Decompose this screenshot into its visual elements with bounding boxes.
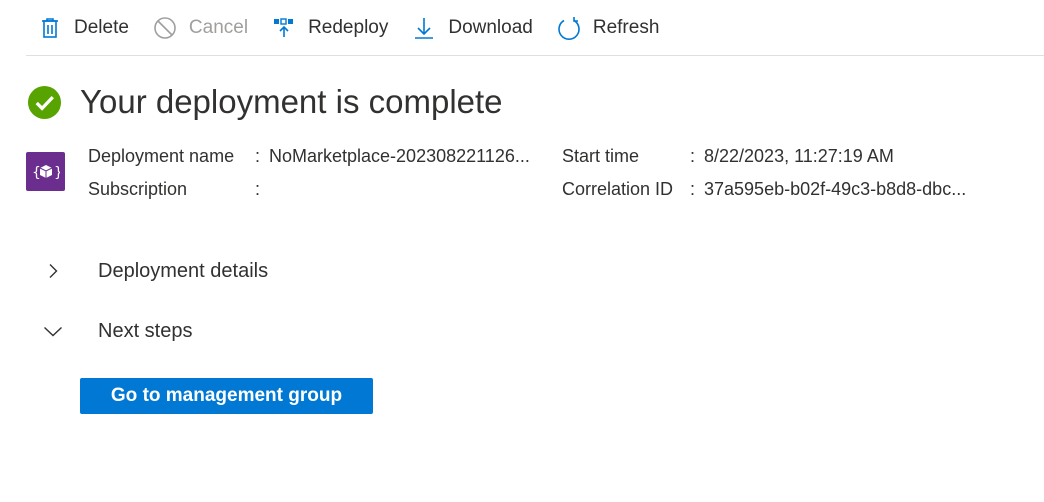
chevron-down-icon [40, 318, 66, 344]
deployment-details-toggle[interactable]: Deployment details [40, 258, 268, 284]
redeploy-icon [272, 16, 296, 40]
subscription-label: Subscription [88, 179, 188, 199]
go-to-management-group-button[interactable]: Go to management group [80, 378, 373, 414]
deployment-name-label: Deployment name [88, 146, 235, 166]
deployment-status-header: Your deployment is complete [27, 83, 503, 121]
download-label: Download [448, 16, 533, 38]
refresh-button[interactable]: Refresh [557, 0, 660, 55]
chevron-right-icon [40, 258, 66, 284]
next-steps-toggle[interactable]: Next steps [40, 318, 192, 344]
redeploy-label: Redeploy [308, 16, 389, 38]
svg-text:}: } [54, 165, 60, 181]
separator: : [690, 146, 696, 166]
trash-icon [38, 16, 62, 40]
command-bar: Delete Cancel Redeploy Download Refresh [26, 0, 1044, 56]
success-check-icon [27, 85, 62, 119]
separator: : [255, 179, 261, 199]
delete-label: Delete [74, 16, 129, 38]
delete-button[interactable]: Delete [38, 0, 129, 55]
svg-text:{: { [32, 165, 41, 181]
next-steps-label: Next steps [98, 319, 193, 342]
correlation-id-value: 37a595eb-b02f-49c3-b8d8-dbc... [704, 179, 967, 199]
deployment-name-value: NoMarketplace-202308221126... [269, 146, 530, 166]
cancel-icon [153, 16, 177, 40]
start-time-value: 8/22/2023, 11:27:19 AM [704, 146, 894, 166]
refresh-label: Refresh [592, 16, 660, 38]
separator: : [690, 179, 696, 199]
redeploy-button[interactable]: Redeploy [272, 0, 388, 55]
download-button[interactable]: Download [412, 0, 533, 55]
deployment-cube-icon: { } [26, 152, 65, 191]
cancel-label: Cancel [188, 16, 249, 38]
start-time-label: Start time [562, 146, 640, 166]
correlation-id-label: Correlation ID [562, 179, 674, 199]
cancel-button[interactable]: Cancel [153, 0, 248, 55]
refresh-icon [557, 16, 581, 40]
deployment-details-label: Deployment details [98, 259, 269, 282]
page-title: Your deployment is complete [80, 83, 503, 120]
download-icon [412, 16, 436, 40]
separator: : [255, 146, 261, 166]
